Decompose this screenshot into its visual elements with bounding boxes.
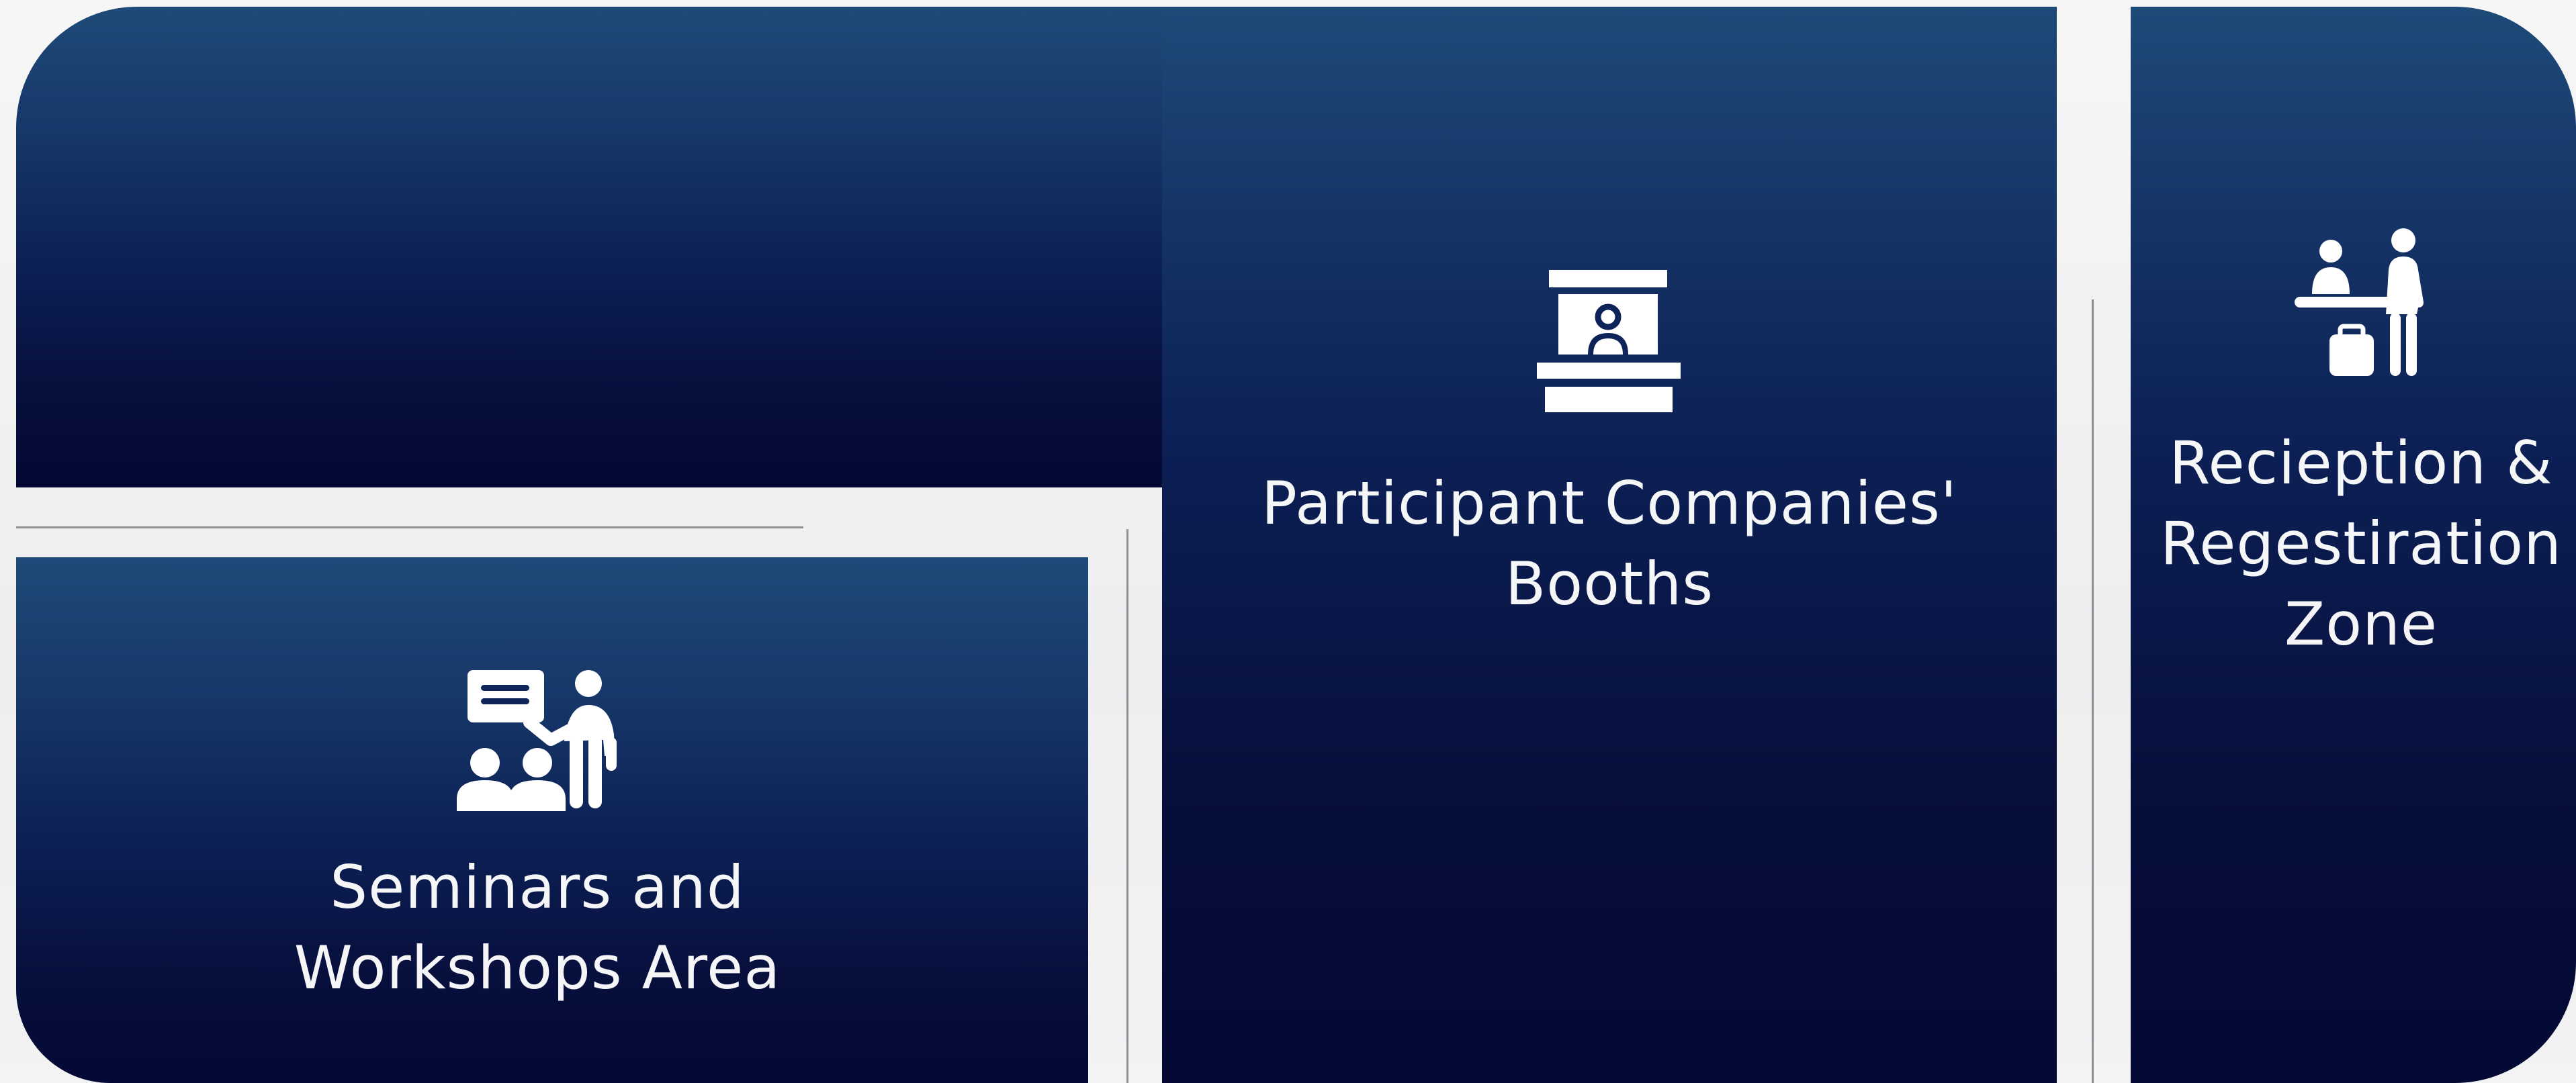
- booth-icon: [1537, 270, 1681, 412]
- divider-vertical-left: [1126, 529, 1128, 1083]
- reception-desk-icon: [2295, 228, 2424, 376]
- booths-label: Participant Companies' Booths: [1196, 463, 2023, 624]
- seminars-label-line1: Seminars and: [330, 853, 745, 922]
- reception-label: Recieption & Regestiration Zone: [2146, 423, 2576, 665]
- seminars-label-line2: Workshops Area: [294, 933, 781, 1002]
- divider-horizontal: [16, 526, 803, 528]
- reception-label-line1: Recieption &: [2169, 428, 2553, 498]
- presentation-icon: [457, 670, 617, 811]
- booths-label-line2: Booths: [1505, 549, 1714, 618]
- reception-label-line2: Regestiration: [2160, 509, 2562, 578]
- reception-label-line3: Zone: [2284, 590, 2438, 659]
- divider-vertical-right: [2092, 299, 2094, 1083]
- seminars-label: Seminars and Workshops Area: [202, 847, 873, 1008]
- booths-label-line1: Participant Companies': [1261, 469, 1958, 538]
